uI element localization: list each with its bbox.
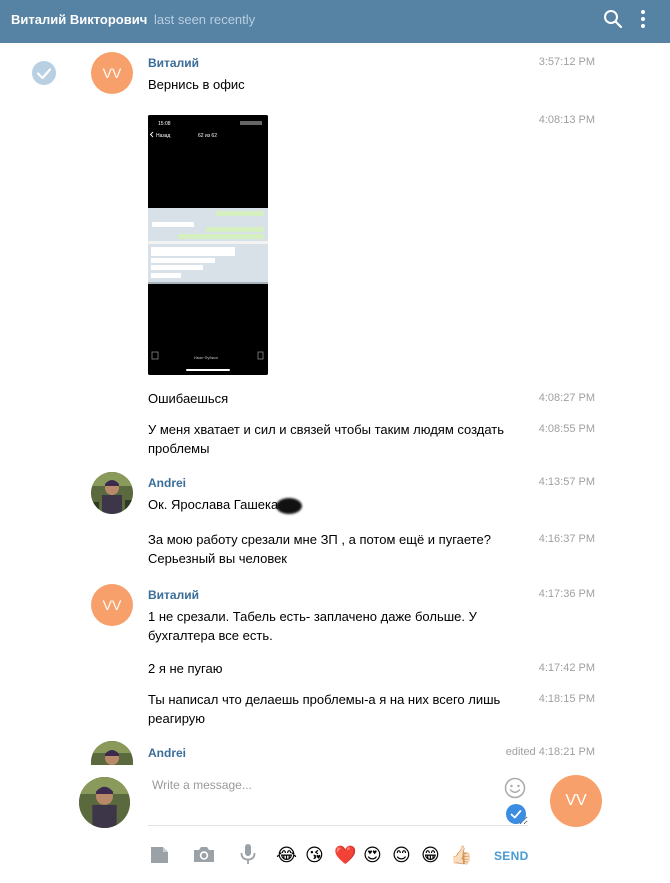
emoji-picker-icon[interactable] — [504, 777, 526, 799]
emoji-thumbs-up[interactable]: 👍🏻 — [450, 844, 472, 866]
attachment-clock: 15:08 — [158, 121, 171, 127]
message-author[interactable]: Виталий — [148, 588, 199, 602]
microphone-icon[interactable] — [236, 842, 260, 866]
emoji-heart[interactable]: ❤️ — [334, 844, 356, 866]
peer-avatar[interactable]: VV — [550, 775, 602, 827]
attachment-counter: 62 из 62 — [198, 133, 217, 139]
more-menu-icon[interactable] — [640, 10, 646, 30]
attachment-back: Назад — [156, 133, 170, 139]
emoji-grin[interactable]: 😁 — [421, 844, 440, 866]
message-author[interactable]: Andrei — [148, 476, 186, 490]
selected-check-icon[interactable] — [32, 61, 56, 85]
message-author[interactable]: Виталий — [148, 56, 199, 70]
avatar-andrei[interactable] — [91, 741, 133, 765]
document-icon[interactable] — [148, 842, 172, 866]
message-time: 4:08:13 PM — [538, 114, 595, 126]
message-input[interactable] — [148, 778, 528, 826]
avatar-vitaly[interactable]: VV — [91, 584, 133, 626]
message-text: За мою работу срезали мне ЗП , а потом е… — [148, 532, 491, 566]
contact-name[interactable]: Виталий Викторович — [11, 12, 147, 27]
screenshot-attachment[interactable]: 15:08 Назад 62 из 62 Иван Фуйкин — [148, 115, 268, 375]
composer-avatar[interactable] — [79, 777, 130, 828]
message-text: Ок. Ярослава Гашека — [148, 497, 279, 512]
send-button[interactable]: SEND — [494, 849, 529, 863]
message-text: 1 не срезали. Табель есть- заплачено даж… — [148, 609, 477, 643]
message-time: 4:16:37 PM — [538, 533, 595, 545]
avatar-andrei[interactable] — [91, 472, 133, 514]
message-time: 3:57:12 PM — [538, 56, 595, 68]
emoji-blush[interactable]: 😊 — [392, 844, 411, 866]
message-text: Ты написал что делаешь проблемы-а я на н… — [148, 692, 501, 726]
camera-icon[interactable] — [192, 842, 216, 866]
emoji-kiss[interactable]: 😘 — [305, 844, 324, 866]
contact-status: last seen recently — [154, 12, 256, 27]
message-time: 4:08:55 PM — [538, 423, 595, 435]
emoji-heart-eyes[interactable]: 😍 — [363, 844, 382, 866]
search-icon[interactable] — [603, 9, 623, 29]
message-time: 4:08:27 PM — [538, 392, 595, 404]
message-time: edited 4:18:21 PM — [505, 746, 595, 758]
avatar-vitaly[interactable]: VV — [91, 52, 133, 94]
message-time: 4:18:15 PM — [538, 693, 595, 705]
message-text: 2 я не пугаю — [148, 661, 223, 676]
message-text: Вернись в офис — [148, 77, 245, 92]
emoji-joy[interactable]: 😂 — [276, 844, 297, 866]
message-time: 4:13:57 PM — [538, 476, 595, 488]
redaction-blot — [276, 497, 303, 514]
svg-text:Иван Фуйкин: Иван Фуйкин — [194, 355, 218, 360]
chat-header: Виталий Викторович last seen recently — [0, 0, 670, 43]
message-text: У меня хватает и сил и связей чтобы таки… — [148, 422, 505, 456]
message-time: 4:17:36 PM — [538, 588, 595, 600]
message-time: 4:17:42 PM — [538, 662, 595, 674]
message-text: Ошибаешься — [148, 391, 229, 406]
check-badge-icon — [506, 804, 526, 824]
message-text-row: Ок. Ярослава Гашека — [148, 495, 518, 514]
message-author[interactable]: Andrei — [148, 746, 186, 760]
